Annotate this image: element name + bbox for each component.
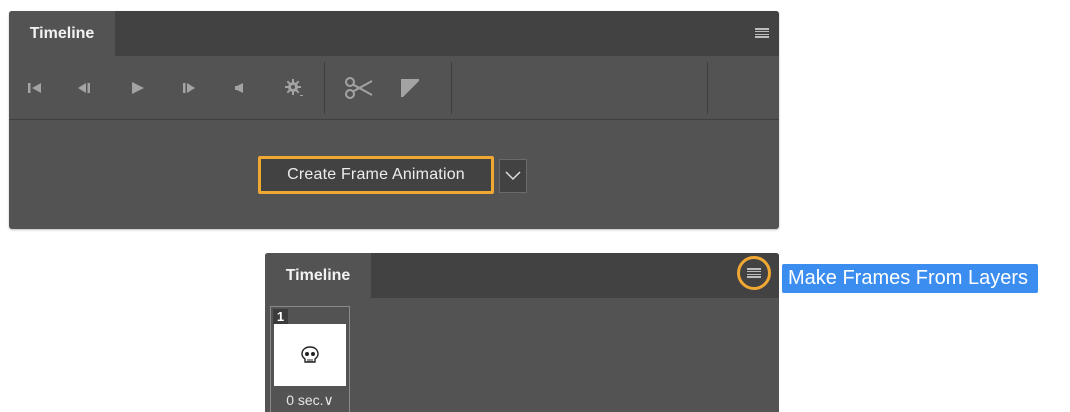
tab-timeline[interactable]: Timeline <box>9 11 115 56</box>
timeline-panel-bottom: Timeline 1 0 sec.∨ <box>265 253 779 412</box>
audio-button[interactable] <box>227 56 251 119</box>
skull-icon <box>301 346 319 363</box>
timeline-panel-top: Timeline Create Frame Animation <box>9 11 779 229</box>
panel-menu-icon <box>747 268 761 278</box>
tab-bar: Timeline <box>265 253 779 298</box>
tab-bar: Timeline <box>9 11 779 56</box>
toolbar-divider <box>324 62 325 114</box>
settings-button[interactable] <box>281 56 307 119</box>
menu-item-make-frames-from-layers[interactable]: Make Frames From Layers <box>782 264 1039 293</box>
play-button[interactable] <box>126 56 150 119</box>
tab-timeline-label: Timeline <box>285 266 351 284</box>
frame-thumbnail[interactable] <box>274 324 346 386</box>
toolbar-divider <box>451 62 452 114</box>
tab-timeline-label: Timeline <box>29 24 95 42</box>
frame-number: 1 <box>273 309 288 324</box>
first-frame-button[interactable] <box>23 56 47 119</box>
create-frame-animation-label: Create Frame Animation <box>287 166 465 183</box>
toolbar-divider <box>707 62 708 114</box>
play-icon <box>132 81 144 94</box>
next-frame-button[interactable] <box>177 56 201 119</box>
create-frame-animation-button[interactable]: Create Frame Animation <box>258 156 494 194</box>
animation-type-dropdown[interactable] <box>499 159 527 193</box>
create-animation-row: Create Frame Animation <box>9 120 779 229</box>
tab-timeline[interactable]: Timeline <box>265 253 371 298</box>
animation-frame[interactable]: 1 0 sec.∨ <box>270 306 350 412</box>
settings-gear-icon <box>285 78 303 96</box>
panel-menu-button[interactable] <box>737 256 771 290</box>
audio-icon <box>235 82 243 93</box>
previous-frame-icon <box>78 82 90 93</box>
panel-menu-icon[interactable] <box>755 28 769 38</box>
frame-delay-dropdown[interactable]: 0 sec.∨ <box>271 389 349 411</box>
first-frame-icon <box>28 82 41 93</box>
split-button[interactable] <box>342 56 376 119</box>
next-frame-icon <box>183 82 195 93</box>
scissors-icon <box>345 76 373 99</box>
transition-button[interactable] <box>397 56 423 119</box>
menu-item-label: Make Frames From Layers <box>788 267 1029 289</box>
chevron-down-icon <box>505 171 521 181</box>
previous-frame-button[interactable] <box>72 56 96 119</box>
transition-icon <box>401 78 419 97</box>
playback-toolbar <box>9 56 779 120</box>
